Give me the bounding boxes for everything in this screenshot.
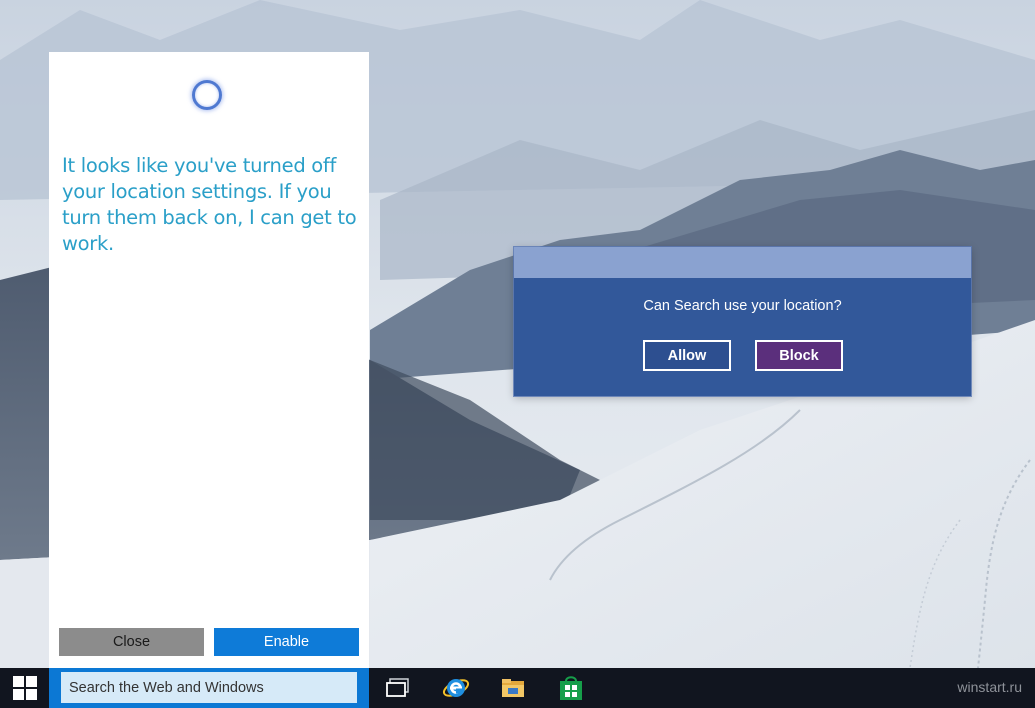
cortana-message: It looks like you've turned off your loc… xyxy=(62,154,357,255)
task-view-button[interactable] xyxy=(384,674,412,702)
cortana-panel: It looks like you've turned off your loc… xyxy=(49,52,369,668)
internet-explorer-button[interactable] xyxy=(442,674,470,702)
watermark-text: winstart.ru xyxy=(957,679,1022,695)
allow-button[interactable]: Allow xyxy=(643,340,731,371)
dialog-question: Can Search use your location? xyxy=(643,298,842,314)
internet-explorer-icon xyxy=(442,679,470,697)
windows-logo-icon xyxy=(12,676,37,700)
file-explorer-icon xyxy=(502,679,524,697)
search-placeholder: Search the Web and Windows xyxy=(69,679,264,696)
store-icon xyxy=(560,676,582,700)
start-button[interactable] xyxy=(0,668,49,708)
store-button[interactable] xyxy=(557,674,585,702)
cortana-ring-icon xyxy=(192,80,222,110)
close-button[interactable]: Close xyxy=(59,628,204,656)
task-view-icon xyxy=(386,678,409,697)
dialog-titlebar[interactable] xyxy=(514,247,971,278)
taskbar: Search the Web and Windows winstart.ru xyxy=(0,668,1035,708)
enable-button[interactable]: Enable xyxy=(214,628,359,656)
block-button[interactable]: Block xyxy=(755,340,843,371)
search-area: Search the Web and Windows xyxy=(49,668,369,708)
location-permission-dialog: Can Search use your location? Allow Bloc… xyxy=(514,247,971,396)
file-explorer-button[interactable] xyxy=(499,674,527,702)
search-input[interactable]: Search the Web and Windows xyxy=(61,672,357,703)
